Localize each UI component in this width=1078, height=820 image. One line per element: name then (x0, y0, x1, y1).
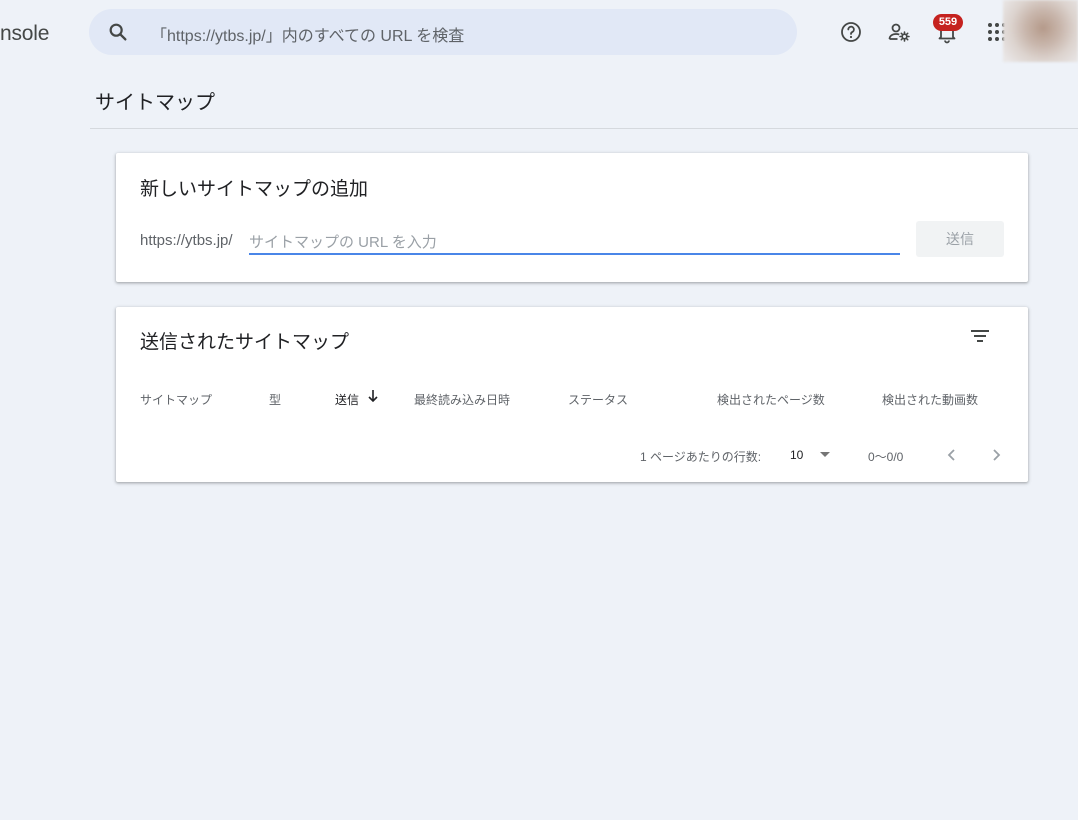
pagination-range: 0〜0/0 (868, 450, 904, 464)
submit-button[interactable]: 送信 (916, 221, 1004, 257)
avatar[interactable] (1003, 0, 1078, 62)
column-header-sitemap[interactable]: サイトマップ (140, 391, 212, 408)
submitted-sitemaps-card: 送信されたサイトマップ サイトマップ 型 送信 最終読み込み日時 ステータス 検… (116, 307, 1028, 482)
top-bar: nsole 「https://ytbs.jp/」内のすべての URL を検査 5… (0, 0, 1078, 64)
title-divider (90, 128, 1078, 129)
manage-users-icon[interactable] (887, 20, 911, 44)
column-header-discovered-pages[interactable]: 検出されたページ数 (717, 391, 825, 408)
column-header-status[interactable]: ステータス (568, 391, 628, 408)
help-icon[interactable] (839, 20, 863, 44)
column-header-type[interactable]: 型 (269, 391, 281, 408)
rows-per-page-value[interactable]: 10 (790, 448, 803, 462)
column-header-submitted[interactable]: 送信 (335, 391, 359, 408)
url-inspection-search[interactable]: 「https://ytbs.jp/」内のすべての URL を検査 (89, 9, 797, 55)
rows-per-page-select[interactable]: 10 (790, 443, 836, 467)
add-sitemap-card: 新しいサイトマップの追加 https://ytbs.jp/ 送信 (116, 153, 1028, 282)
chevron-left-icon[interactable] (940, 443, 964, 467)
column-header-discovered-videos[interactable]: 検出された動画数 (882, 391, 978, 408)
page-title: サイトマップ (95, 92, 215, 114)
sort-descending-icon[interactable] (366, 388, 380, 404)
search-icon[interactable] (107, 21, 129, 43)
sitemap-url-input[interactable] (249, 231, 900, 255)
search-placeholder[interactable]: 「https://ytbs.jp/」内のすべての URL を検査 (151, 22, 464, 46)
chevron-right-icon[interactable] (984, 443, 1008, 467)
submitted-sitemaps-title: 送信されたサイトマップ (140, 332, 350, 353)
dropdown-caret-icon[interactable] (820, 452, 830, 457)
filter-icon[interactable] (968, 324, 992, 348)
rows-per-page-label: 1 ページあたりの行数: (640, 450, 762, 464)
sitemap-url-prefix: https://ytbs.jp/ (140, 232, 233, 249)
app-name[interactable]: nsole (0, 22, 49, 46)
add-sitemap-title: 新しいサイトマップの追加 (140, 179, 369, 200)
column-header-last-read[interactable]: 最終読み込み日時 (414, 391, 510, 408)
notification-count-badge: 559 (933, 14, 963, 31)
